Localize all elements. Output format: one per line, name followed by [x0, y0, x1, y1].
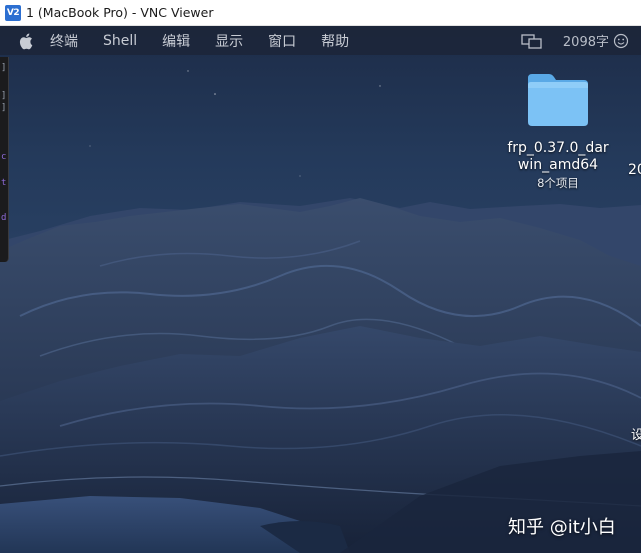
- menu-terminal[interactable]: 终端: [50, 31, 78, 51]
- terminal-glyph: ]: [1, 103, 7, 113]
- word-count-status[interactable]: 2098字: [563, 31, 609, 50]
- terminal-window-edge[interactable]: ] ] ] c t d: [0, 57, 9, 262]
- folder-name-line2: win_amd64: [517, 157, 599, 173]
- terminal-glyph: c: [1, 152, 7, 162]
- remote-screen[interactable]: 终端 Shell 编辑 显示 窗口 帮助 2098字]]] c t d f…: [0, 26, 641, 553]
- zhihu-watermark: 知乎 @it小白: [508, 517, 616, 538]
- clipped-desktop-char[interactable]: 设: [631, 424, 641, 443]
- terminal-glyph: d: [1, 213, 7, 223]
- window-title: 1 (MacBook Pro) - VNC Viewer: [26, 5, 214, 20]
- mac-menu-bar: 终端 Shell 编辑 显示 窗口 帮助 2098字: [0, 26, 641, 55]
- vnc-viewer-window: V2 1 (MacBook Pro) - VNC Viewer 终端 Shell…: [0, 0, 641, 553]
- menu-window[interactable]: 窗口: [268, 31, 296, 51]
- desktop-folder-frp[interactable]: frp_0.37.0_dar win_amd64 8个项目: [495, 70, 621, 191]
- screens-icon[interactable]: [521, 33, 543, 49]
- terminal-glyph: t: [1, 178, 7, 188]
- apple-icon[interactable]: [18, 32, 36, 50]
- folder-icon[interactable]: [525, 70, 591, 128]
- terminal-glyph: ]: [1, 63, 7, 73]
- menu-help[interactable]: 帮助: [321, 31, 349, 51]
- terminal-glyph: ]: [1, 91, 7, 101]
- menubar-edge: [635, 26, 641, 55]
- menu-edit[interactable]: 编辑: [162, 31, 190, 51]
- vnc-app-icon[interactable]: V2: [5, 4, 21, 21]
- title-bar[interactable]: V2 1 (MacBook Pro) - VNC Viewer: [0, 0, 641, 26]
- smiley-icon[interactable]: [613, 33, 629, 49]
- folder-name-line1: frp_0.37.0_dar: [507, 140, 609, 156]
- menubar-status-area: 2098字: [521, 26, 641, 55]
- menu-view[interactable]: 显示: [215, 31, 243, 51]
- menu-shell[interactable]: Shell: [103, 33, 137, 49]
- folder-item-count: 8个项目: [537, 176, 579, 190]
- clipped-desktop-label[interactable]: 20: [628, 162, 641, 178]
